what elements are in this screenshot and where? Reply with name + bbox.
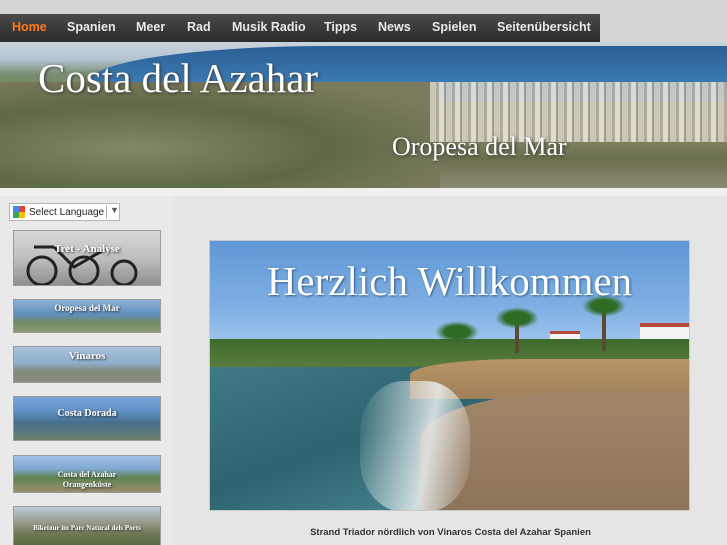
thumb-label: Vinaros bbox=[68, 350, 106, 362]
nav-item-spielen[interactable]: Spielen bbox=[432, 20, 476, 34]
hero-house bbox=[640, 323, 689, 339]
nav-filler bbox=[600, 14, 727, 42]
nav-item-seitenuebersicht[interactable]: Seitenübersicht bbox=[497, 20, 591, 34]
nav-item-meer[interactable]: Meer bbox=[136, 20, 165, 34]
language-select[interactable]: Select Language ▼ bbox=[9, 203, 120, 221]
thumb-label: Costa del Azahar bbox=[57, 470, 117, 479]
page: Home Spanien Meer Rad Musik Radio Tipps … bbox=[0, 0, 727, 545]
thumb-vinaros[interactable]: Vinaros bbox=[13, 346, 161, 383]
welcome-heading: Herzlich Willkommen bbox=[266, 258, 633, 304]
site-title: Costa del Azahar bbox=[38, 55, 319, 101]
thumb-label: Tret - Analyse bbox=[54, 243, 120, 255]
nav-item-news[interactable]: News bbox=[378, 20, 411, 34]
nav-item-tipps[interactable]: Tipps bbox=[324, 20, 357, 34]
header-divider bbox=[0, 188, 727, 196]
thumb-costa-del-azahar[interactable]: Costa del Azahar Orangenküste bbox=[13, 455, 161, 493]
google-translate-icon bbox=[13, 206, 25, 218]
nav-item-musik-radio[interactable]: Musik Radio bbox=[232, 20, 306, 34]
thumb-tret-analyse[interactable]: Tret - Analyse bbox=[13, 230, 161, 286]
chevron-down-icon[interactable]: ▼ bbox=[110, 205, 119, 215]
thumb-label-2: Orangenküste bbox=[62, 480, 112, 489]
hero-surf bbox=[360, 381, 470, 510]
thumb-label: Oropesa del Mar bbox=[54, 303, 120, 313]
thumb-label: Costa Dorada bbox=[57, 408, 117, 419]
main-nav: Home Spanien Meer Rad Musik Radio Tipps … bbox=[0, 14, 600, 42]
language-select-separator bbox=[106, 206, 107, 218]
bike-icon bbox=[26, 245, 138, 285]
thumb-biketour-parc-natural[interactable]: Biketour im Parc Natural dels Ports bbox=[13, 506, 161, 545]
palm-crown bbox=[495, 307, 539, 329]
hero-image: Herzlich Willkommen bbox=[209, 240, 690, 511]
thumb-costa-dorada[interactable]: Costa Dorada bbox=[13, 396, 161, 441]
hero-caption: Strand Triador nördlich von Vinaros Cost… bbox=[310, 527, 591, 538]
palm-crown bbox=[435, 321, 479, 343]
thumb-label: Biketour im Parc Natural dels Ports bbox=[33, 524, 141, 532]
top-strip bbox=[0, 0, 727, 14]
site-subtitle: Oropesa del Mar bbox=[392, 132, 567, 161]
thumb-oropesa-del-mar[interactable]: Oropesa del Mar bbox=[13, 299, 161, 333]
nav-item-home[interactable]: Home bbox=[12, 20, 47, 34]
nav-item-spanien[interactable]: Spanien bbox=[67, 20, 116, 34]
language-select-label: Select Language bbox=[29, 206, 105, 218]
nav-item-rad[interactable]: Rad bbox=[187, 20, 211, 34]
